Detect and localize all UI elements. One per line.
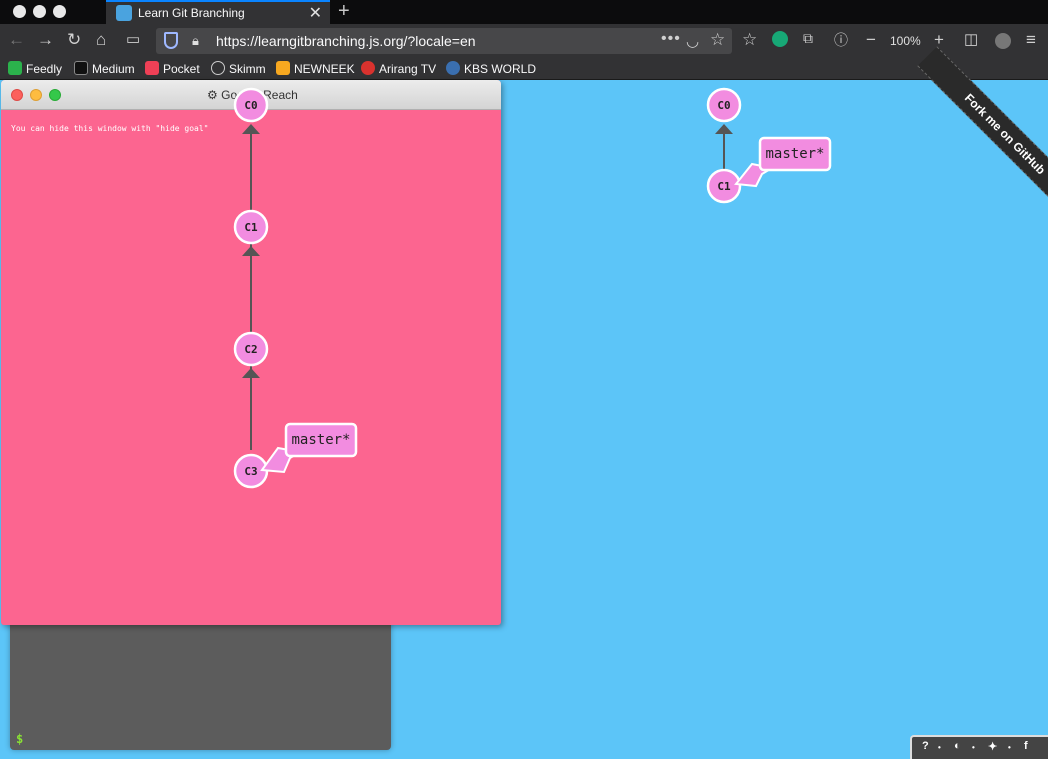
help-icon[interactable]: ?	[922, 740, 929, 752]
bookmark-medium[interactable]: Medium	[74, 61, 135, 76]
bookmark-label: Medium	[92, 62, 135, 76]
goal-branch-master: master*	[260, 422, 358, 474]
commit-label: C1	[244, 221, 258, 234]
bookmark-label: NEWNEEK	[294, 62, 355, 76]
tab-title: Learn Git Branching	[138, 6, 245, 20]
account-avatar-icon[interactable]	[995, 33, 1011, 49]
bookmark-newneek[interactable]: NEWNEEK	[276, 61, 355, 76]
branch-label: master*	[765, 146, 824, 162]
commit-label: C0	[244, 99, 257, 112]
arirang-icon	[361, 61, 375, 75]
sidebar-icon[interactable]: ◫	[964, 30, 978, 48]
main-commit-c0: C0	[706, 87, 742, 123]
newneek-icon	[276, 61, 290, 75]
translate-icon[interactable]: ⧉	[803, 30, 813, 47]
arrowhead-icon	[715, 124, 733, 134]
navigation-toolbar: ← → ↻ ⌂ ▭ 🔒︎ https://learngitbranching.j…	[0, 24, 1048, 58]
tracking-shield-icon[interactable]	[164, 32, 178, 49]
back-icon[interactable]: ←	[8, 30, 25, 50]
goal-commit-tree: C0 C1 C2 C3 master*	[233, 87, 358, 489]
url-bar[interactable]: 🔒︎ https://learngitbranching.js.org/?loc…	[156, 28, 732, 54]
medium-icon	[74, 61, 88, 75]
separator-dot: •	[972, 743, 975, 752]
grammarly-icon[interactable]	[772, 31, 788, 47]
main-commit-c1: C1	[706, 168, 742, 204]
window-zoom-button[interactable]	[53, 5, 66, 18]
library-icon[interactable]: ☆	[742, 30, 757, 50]
pocket-icon[interactable]: ◡	[686, 32, 699, 50]
goal-commit-c1: C1	[233, 209, 269, 245]
separator-dot: •	[1008, 743, 1011, 752]
new-tab-button[interactable]: +	[338, 0, 350, 23]
bookmark-label: Arirang TV	[379, 62, 437, 76]
separator-dot: •	[938, 743, 941, 752]
favicon-icon	[116, 5, 132, 21]
browser-tab-bar: Learn Git Branching ✕ +	[0, 0, 1048, 24]
zoom-level[interactable]: 100%	[890, 34, 921, 48]
globe-icon	[211, 61, 225, 75]
goal-commit-c0: C0	[233, 87, 269, 123]
bookmark-skimm[interactable]: Skimm	[211, 61, 266, 76]
bookmark-label: Pocket	[163, 62, 200, 76]
zoom-out-icon[interactable]: −	[866, 30, 876, 50]
globe-icon[interactable]: ◐	[954, 740, 961, 752]
commit-label: C3	[244, 465, 257, 478]
bookmark-feedly[interactable]: Feedly	[8, 61, 62, 76]
bookmark-label: Skimm	[229, 62, 266, 76]
downloads-folder-icon[interactable]: ▭	[126, 30, 140, 48]
twitter-icon[interactable]: ✦	[988, 740, 997, 753]
close-tab-icon[interactable]: ✕	[309, 3, 322, 23]
bookmark-arirang[interactable]: Arirang TV	[361, 61, 436, 76]
window-minimize-button[interactable]	[33, 5, 46, 18]
command-terminal[interactable]: $	[10, 620, 391, 750]
commit-label: C1	[717, 180, 731, 193]
page-actions-icon[interactable]: •••	[661, 30, 681, 48]
commit-label: C2	[244, 343, 257, 356]
main-commit-tree: C0 C1 master*	[706, 87, 832, 204]
home-icon[interactable]: ⌂	[96, 30, 106, 50]
branch-label: master*	[291, 432, 350, 448]
feedly-icon	[8, 61, 22, 75]
reload-icon[interactable]: ↻	[67, 30, 81, 50]
arrowhead-icon	[242, 246, 260, 256]
bookmark-label: Feedly	[26, 62, 63, 76]
help-bar: ? • ◐ • ✦ • f	[910, 735, 1048, 759]
commit-label: C0	[717, 99, 730, 112]
bookmark-star-icon[interactable]: ☆	[710, 30, 725, 50]
hamburger-menu-icon[interactable]: ≡	[1026, 30, 1036, 50]
arrowhead-icon	[242, 368, 260, 378]
window-close-button[interactable]	[13, 5, 26, 18]
pocket-icon	[145, 61, 159, 75]
goal-commit-c2: C2	[233, 331, 269, 367]
main-branch-master: master*	[734, 136, 832, 188]
page-content: $ ⚙ Goal to Reach You can hide this wind…	[0, 46, 1048, 759]
forward-icon[interactable]: →	[37, 30, 54, 50]
bookmarks-bar: Feedly Medium Pocket Skimm NEWNEEK Arira…	[0, 58, 1048, 80]
kbs-icon	[446, 61, 460, 75]
bookmark-pocket[interactable]: Pocket	[145, 61, 200, 76]
terminal-prompt: $	[16, 732, 24, 746]
lock-icon[interactable]: 🔒︎	[192, 33, 199, 49]
info-icon[interactable]: ⓘ	[834, 30, 848, 50]
arrowhead-icon	[242, 124, 260, 134]
bookmark-label: KBS WORLD	[464, 62, 537, 76]
bookmark-kbs-world[interactable]: KBS WORLD	[446, 61, 536, 76]
browser-tab[interactable]: Learn Git Branching ✕	[106, 0, 330, 24]
facebook-icon[interactable]: f	[1024, 740, 1028, 752]
url-text[interactable]: https://learngitbranching.js.org/?locale…	[216, 33, 476, 49]
